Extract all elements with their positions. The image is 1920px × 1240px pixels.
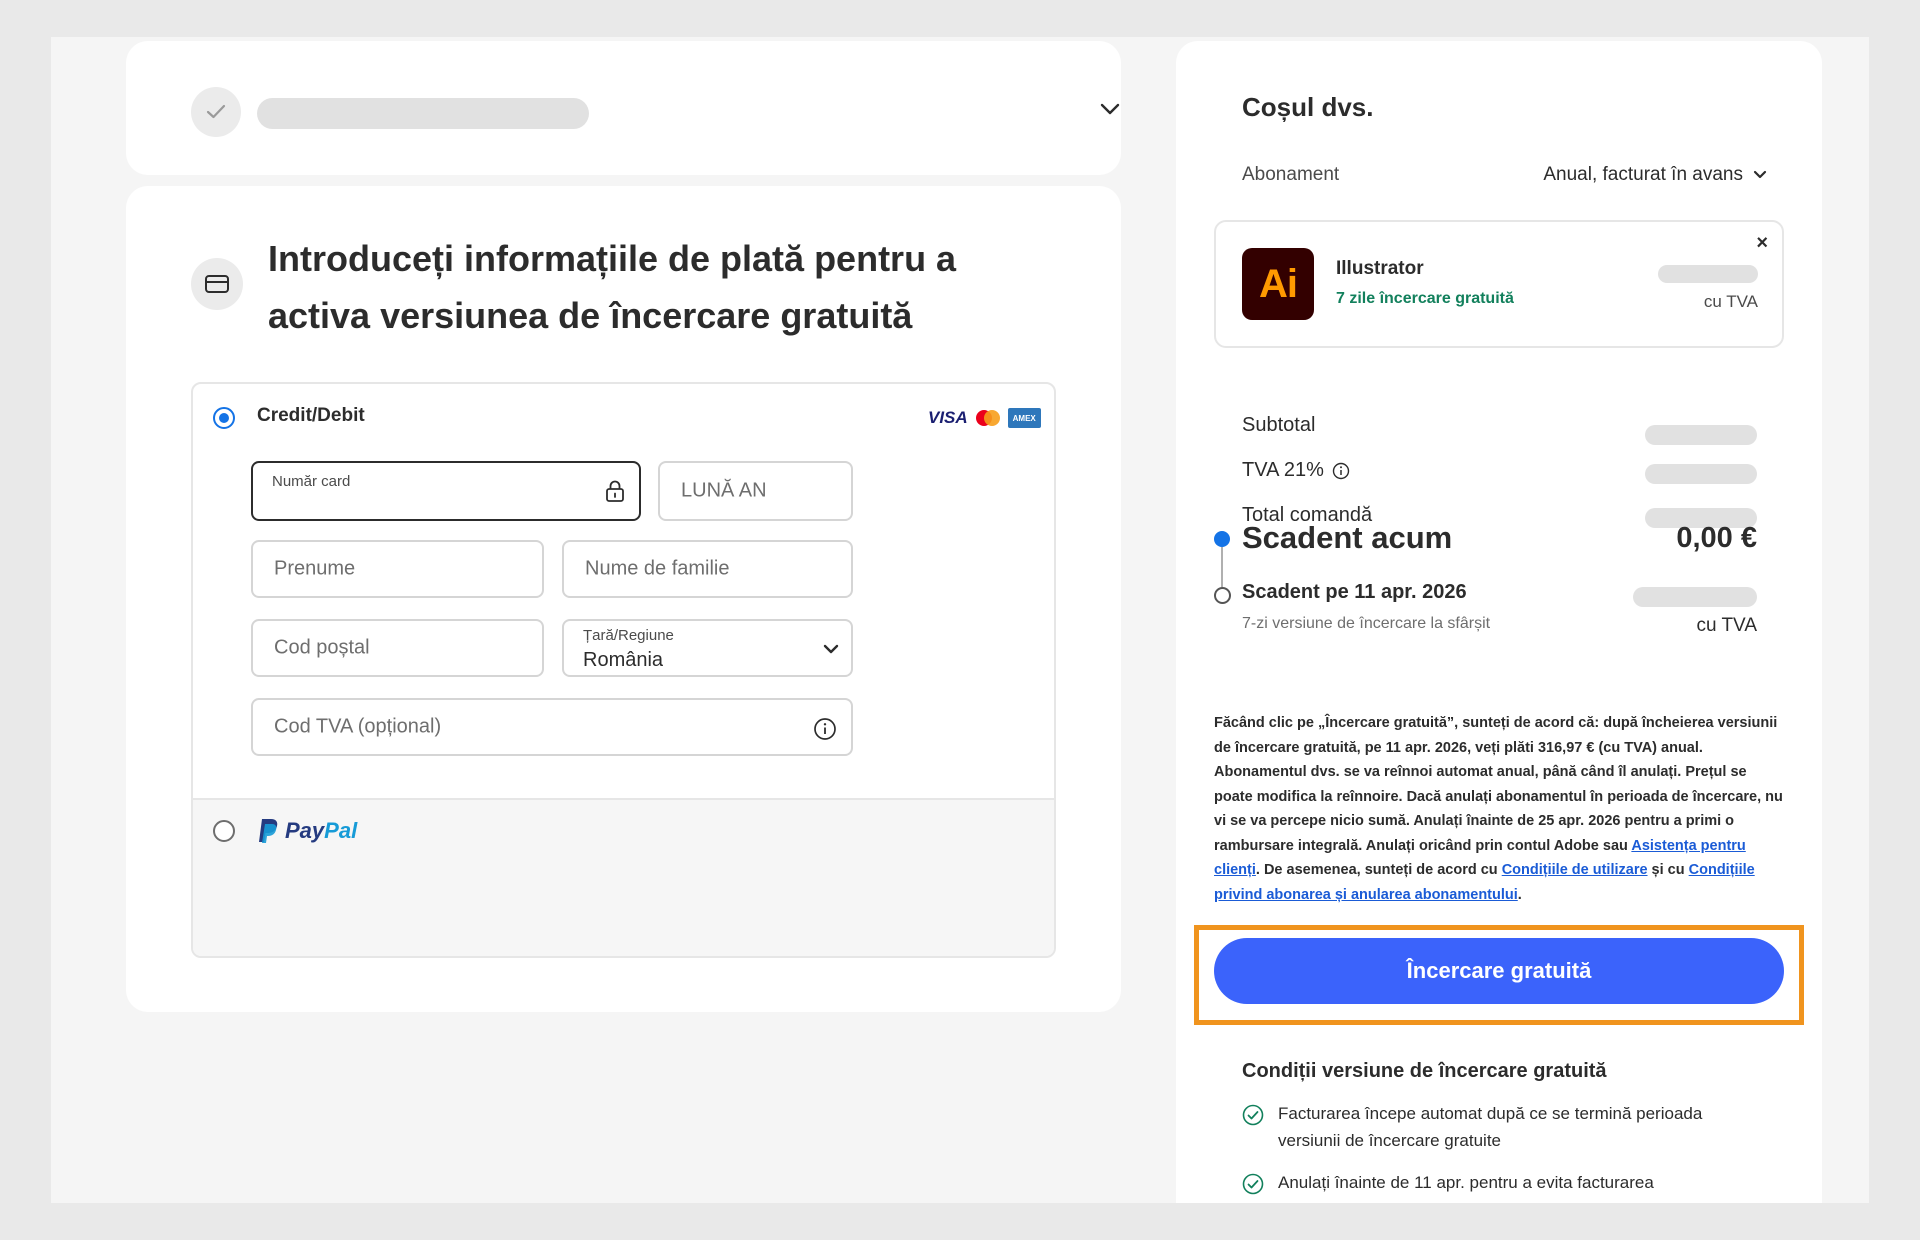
expiry-field[interactable]: LUNĂ AN bbox=[658, 461, 853, 521]
visa-logo-icon: VISA bbox=[928, 408, 968, 427]
credit-card-radio[interactable] bbox=[213, 407, 235, 429]
info-icon[interactable] bbox=[813, 717, 837, 741]
due-later-label: Scadent pe 11 apr. 2026 bbox=[1242, 581, 1467, 603]
due-later-skeleton bbox=[1633, 587, 1757, 607]
due-now-amount: 0,00 € bbox=[1676, 522, 1757, 554]
country-value: România bbox=[583, 649, 664, 671]
mastercard-logo-icon bbox=[975, 410, 1000, 426]
trial-conditions-title: Condiții versiune de încercare gratuită bbox=[1242, 1060, 1607, 1082]
paypal-icon bbox=[259, 819, 278, 843]
country-label: Țară/Regiune bbox=[583, 627, 674, 644]
paypal-logo: PayPal bbox=[257, 818, 357, 844]
info-icon[interactable] bbox=[1332, 462, 1350, 480]
card-number-label: Număr card bbox=[272, 473, 351, 490]
due-later-tax: cu TVA bbox=[1696, 615, 1757, 636]
first-name-placeholder: Prenume bbox=[274, 557, 356, 580]
product-name: Illustrator bbox=[1336, 258, 1424, 279]
close-icon[interactable]: × bbox=[1756, 232, 1768, 255]
chevron-down-icon[interactable] bbox=[1099, 102, 1121, 116]
vat-skeleton bbox=[1645, 464, 1757, 484]
subscription-select[interactable]: Anual, facturat în avans bbox=[1543, 164, 1767, 186]
cart-title: Coșul dvs. bbox=[1242, 92, 1374, 122]
payment-step-card: Introduceți informațiile de plată pentru… bbox=[126, 186, 1121, 1012]
due-now-label: Scadent acum bbox=[1242, 520, 1453, 555]
payment-methods: Credit/Debit VISA AMEX Număr card LUNĂ A… bbox=[191, 382, 1056, 958]
postal-code-placeholder: Cod poștal bbox=[274, 636, 370, 659]
product-trial: 7 zile încercare gratuită bbox=[1336, 290, 1514, 307]
subscription-label: Abonament bbox=[1242, 164, 1340, 185]
subtotal-skeleton bbox=[1645, 425, 1757, 445]
free-trial-button[interactable]: Încercare gratuită bbox=[1214, 938, 1784, 1004]
paypal-text-pal: Pal bbox=[324, 818, 358, 843]
legal-text: Făcând clic pe „Încercare gratuită”, sun… bbox=[1214, 715, 1783, 854]
paypal-radio[interactable] bbox=[213, 820, 235, 842]
account-step-card[interactable] bbox=[126, 41, 1121, 175]
subscription-value: Anual, facturat în avans bbox=[1543, 164, 1743, 185]
due-later-sub: 7-zi versiune de încercare la sfârșit bbox=[1242, 615, 1491, 632]
vat-label: TVA 21% bbox=[1242, 459, 1324, 481]
subtotal-label: Subtotal bbox=[1242, 414, 1316, 436]
legal-text: și cu bbox=[1647, 862, 1689, 878]
checkmark-icon bbox=[191, 87, 241, 137]
last-name-field[interactable]: Nume de familie bbox=[562, 540, 853, 598]
credit-card-label[interactable]: Credit/Debit bbox=[257, 405, 365, 427]
amex-logo-icon: AMEX bbox=[1007, 408, 1041, 428]
credit-card-icon bbox=[191, 258, 243, 310]
expiry-placeholder: LUNĂ AN bbox=[681, 479, 767, 502]
paypal-text-pay: Pay bbox=[285, 818, 325, 843]
cart-panel: Coșul dvs. Abonament Anual, facturat în … bbox=[1176, 41, 1822, 1203]
card-brands: VISA AMEX bbox=[928, 408, 1041, 428]
legal-text: . De asemenea, sunteți de acord cu bbox=[1255, 862, 1502, 878]
lock-icon bbox=[606, 480, 624, 502]
card-number-field[interactable]: Număr card bbox=[251, 461, 641, 521]
legal-terms: Făcând clic pe „Încercare gratuită”, sun… bbox=[1214, 711, 1784, 907]
first-name-field[interactable]: Prenume bbox=[251, 540, 544, 598]
chevron-down-icon bbox=[1753, 170, 1767, 179]
trial-condition-text: Anulați înainte de 11 apr. pentru a evit… bbox=[1278, 1173, 1654, 1192]
check-circle-icon bbox=[1242, 1173, 1264, 1195]
trial-condition-text: Facturarea începe automat după ce se ter… bbox=[1278, 1104, 1703, 1150]
product-item: Ai Illustrator 7 zile încercare gratuită… bbox=[1214, 220, 1784, 348]
payment-title: Introduceți informațiile de plată pentru… bbox=[268, 238, 957, 336]
vat-row: TVA 21% bbox=[1242, 459, 1350, 482]
checkout-page: Introduceți informațiile de plată pentru… bbox=[51, 37, 1869, 1203]
trial-condition-item: Anulați înainte de 11 apr. pentru a evit… bbox=[1242, 1169, 1762, 1196]
legal-text: . bbox=[1517, 886, 1522, 903]
postal-code-field[interactable]: Cod poștal bbox=[251, 619, 544, 677]
product-tax-label: cu TVA bbox=[1703, 292, 1758, 311]
timeline-dot-active bbox=[1214, 531, 1230, 547]
country-select[interactable]: Țară/Regiune România bbox=[562, 619, 853, 677]
email-placeholder-skeleton bbox=[257, 98, 589, 129]
vat-code-placeholder: Cod TVA (opțional) bbox=[274, 715, 442, 738]
timeline-line bbox=[1221, 547, 1223, 587]
illustrator-logo-icon: Ai bbox=[1242, 248, 1314, 320]
product-price-skeleton bbox=[1658, 265, 1758, 283]
timeline-dot bbox=[1214, 587, 1231, 604]
chevron-down-icon bbox=[823, 644, 839, 654]
paypal-option[interactable]: PayPal bbox=[193, 798, 1054, 956]
vat-code-field[interactable]: Cod TVA (opțional) bbox=[251, 698, 853, 756]
last-name-placeholder: Nume de familie bbox=[585, 557, 730, 580]
trial-condition-item: Facturarea începe automat după ce se ter… bbox=[1242, 1100, 1762, 1154]
check-circle-icon bbox=[1242, 1104, 1264, 1126]
terms-of-use-link[interactable]: Condițiile de utilizare bbox=[1502, 862, 1648, 878]
